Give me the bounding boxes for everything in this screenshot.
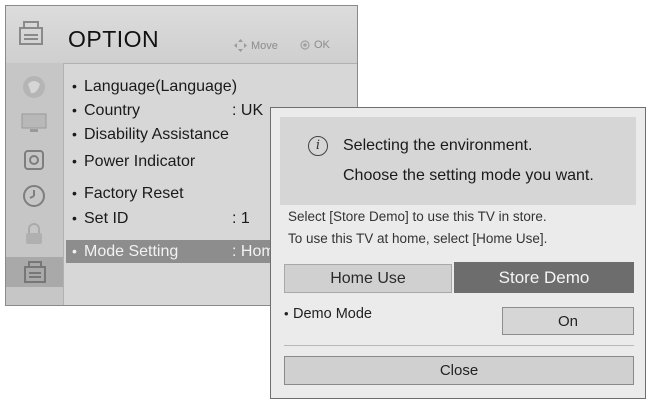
store-demo-button[interactable]: Store Demo: [454, 262, 634, 293]
option-item-language[interactable]: • Language(Language): [72, 75, 237, 98]
home-use-button[interactable]: Home Use: [284, 264, 452, 293]
menu-title: OPTION: [68, 26, 160, 52]
dialog-description-line1: Select [Store Demo] to use this TV in st…: [288, 209, 547, 224]
dialog-divider: [284, 345, 634, 346]
option-item-power-indicator[interactable]: • Power Indicator: [72, 150, 195, 173]
demo-mode-label: • Demo Mode: [284, 306, 372, 322]
ok-hint-label: OK: [314, 39, 330, 51]
country-value: : UK: [232, 102, 264, 119]
option-item-disability-assistance[interactable]: • Disability Assistance: [72, 123, 229, 146]
dialog-heading-line2: Choose the setting mode you want.: [343, 167, 594, 184]
ok-button-icon: [300, 40, 310, 50]
option-item-country[interactable]: • Country : UK: [72, 99, 263, 122]
picture-icon[interactable]: [15, 72, 53, 102]
speaker-icon[interactable]: [15, 145, 53, 175]
ok-hint: OK: [300, 39, 330, 51]
clock-icon[interactable]: [15, 181, 53, 211]
option-item-set-id[interactable]: • Set ID : 1: [72, 207, 250, 230]
option-category-icon[interactable]: [6, 257, 63, 287]
close-button[interactable]: Close: [284, 356, 634, 385]
category-icon-column: [6, 63, 64, 305]
set-id-value: : 1: [232, 210, 250, 227]
info-icon: i: [308, 136, 328, 156]
move-hint-label: Move: [251, 39, 278, 52]
mode-setting-dialog: i Selecting the environment. Choose the …: [270, 107, 646, 399]
lock-icon[interactable]: [15, 219, 53, 249]
demo-mode-on-button[interactable]: On: [502, 307, 634, 335]
menu-header: OPTION Move OK: [6, 6, 357, 64]
dialog-description-line2: To use this TV at home, select [Home Use…: [288, 231, 548, 246]
dialog-heading-line1: Selecting the environment.: [343, 137, 533, 154]
move-arrows-icon: [234, 39, 247, 52]
option-item-factory-reset[interactable]: • Factory Reset: [72, 182, 184, 205]
monitor-icon[interactable]: [15, 107, 53, 137]
option-icon: [19, 21, 43, 45]
dialog-heading-panel: i Selecting the environment. Choose the …: [280, 117, 636, 205]
move-hint: Move: [234, 39, 278, 52]
